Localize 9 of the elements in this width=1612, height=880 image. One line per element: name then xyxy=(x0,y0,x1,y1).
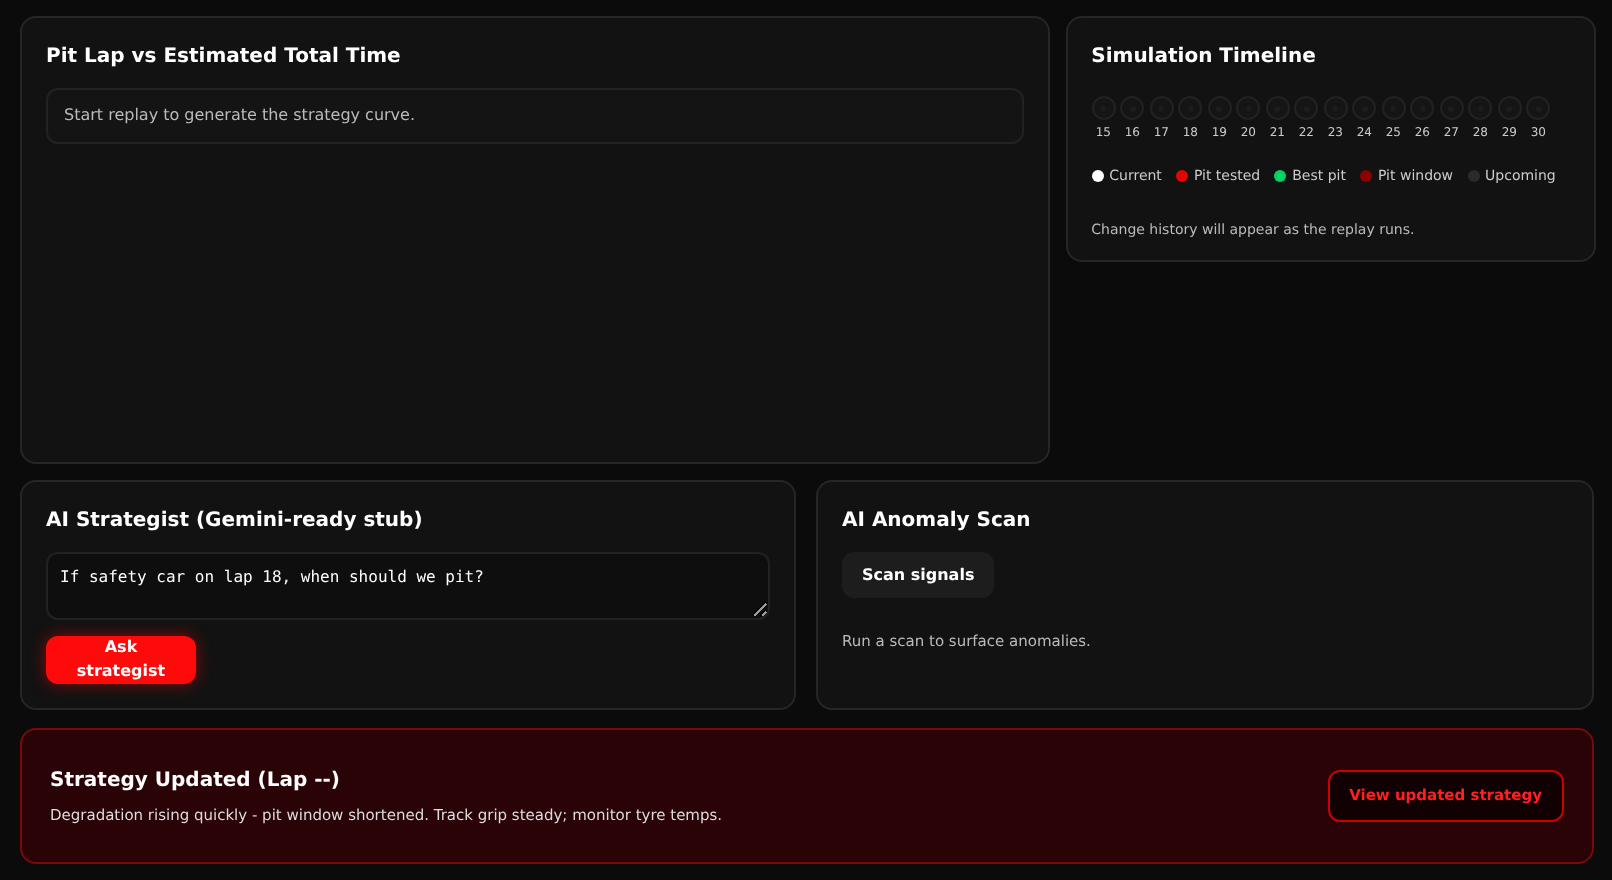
question-field[interactable]: If safety car on lap 18, when should we pit? xyxy=(46,552,770,620)
banner-title: Strategy Updated (Lap --) xyxy=(50,767,342,796)
empty-chart-message: Start replay to generate the strategy curve. xyxy=(46,88,1024,144)
panel-title: AI Strategist (Gemini-ready stub) xyxy=(46,508,425,536)
panel-title: AI Anomaly Scan xyxy=(842,508,1033,536)
panel-title: Pit Lap vs Estimated Total Time xyxy=(46,44,403,72)
panel-title: Simulation Timeline xyxy=(1091,44,1318,72)
ask-strategist-button[interactable]: Ask strategist xyxy=(46,636,196,684)
scan-signals-button[interactable]: Scan signals xyxy=(842,552,995,598)
